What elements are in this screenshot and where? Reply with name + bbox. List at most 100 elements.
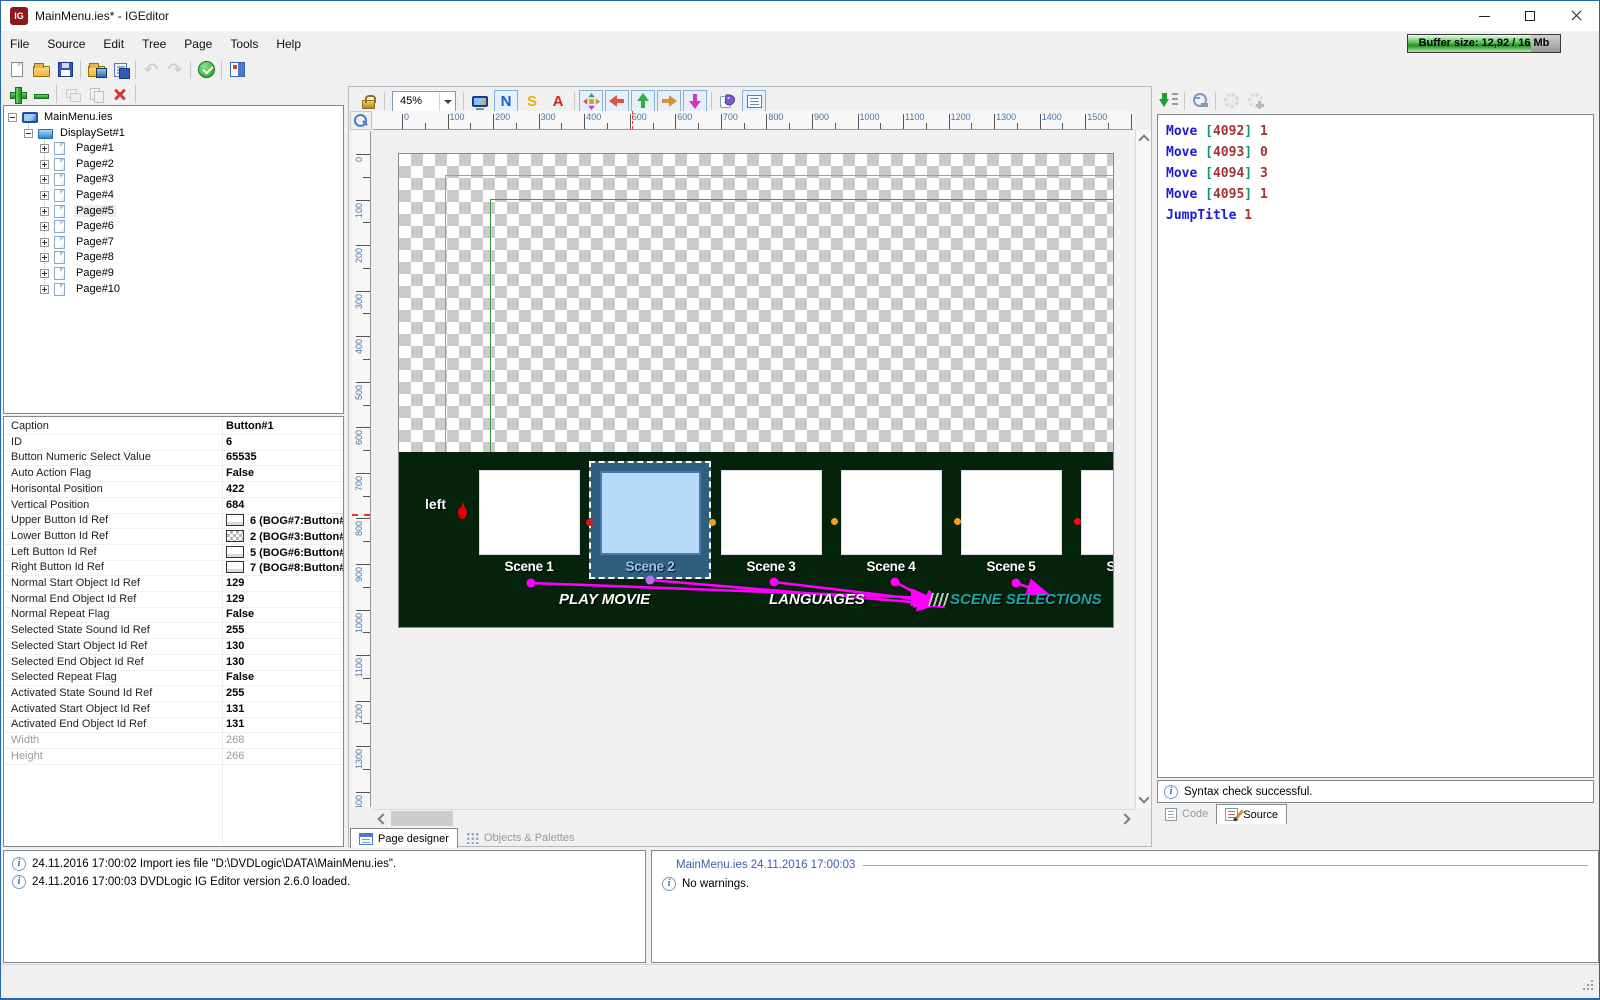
property-value[interactable]: 131: [226, 718, 244, 730]
property-value[interactable]: 130: [226, 640, 244, 652]
property-value[interactable]: Button#1: [226, 420, 274, 432]
palette-button[interactable]: [716, 90, 740, 112]
property-value[interactable]: 6: [226, 436, 232, 448]
languages-caption[interactable]: LANGUAGES: [769, 591, 865, 608]
clone-button[interactable]: [60, 83, 84, 105]
property-row[interactable]: Selected Start Object Id Ref130: [4, 639, 343, 655]
open-button[interactable]: [29, 59, 53, 81]
remove-button[interactable]: [29, 83, 53, 105]
tab-source[interactable]: Source: [1216, 804, 1287, 824]
tree-item-root[interactable]: MainMenu.ies: [4, 110, 343, 126]
collapse-icon[interactable]: [24, 129, 33, 138]
property-row[interactable]: Normal Repeat FlagFalse: [4, 607, 343, 623]
tree-item-page1[interactable]: Page#1: [4, 141, 343, 157]
property-value[interactable]: 5 (BOG#6:Button#1): [226, 546, 344, 559]
resize-grip-icon[interactable]: [1583, 988, 1585, 990]
horizontal-scrollbar[interactable]: [373, 809, 1135, 826]
zoom-dropdown-arrow-icon[interactable]: [439, 92, 455, 111]
compile-add-button[interactable]: [1243, 90, 1267, 112]
property-row[interactable]: Width268: [4, 733, 343, 749]
undo-button[interactable]: [139, 59, 163, 81]
property-value[interactable]: 266: [226, 750, 244, 762]
move-down-button[interactable]: [683, 90, 707, 112]
property-value[interactable]: 130: [226, 656, 244, 668]
tree-item-page5[interactable]: Page#5: [4, 204, 343, 220]
property-row[interactable]: ID6: [4, 435, 343, 451]
property-value[interactable]: 684: [226, 499, 244, 511]
property-grid[interactable]: CaptionButton#1ID6Button Numeric Select …: [3, 416, 344, 847]
scroll-right-button[interactable]: [1118, 810, 1135, 827]
tree-item-page4[interactable]: Page#4: [4, 188, 343, 204]
move-up-button[interactable]: [631, 90, 655, 112]
redo-button[interactable]: [163, 59, 187, 81]
code-line[interactable]: JumpTitle 1: [1166, 205, 1585, 226]
property-value[interactable]: 129: [226, 593, 244, 605]
property-row[interactable]: Auto Action FlagFalse: [4, 466, 343, 482]
menu-tools[interactable]: Tools: [221, 31, 267, 57]
property-value[interactable]: False: [226, 608, 254, 620]
expand-icon[interactable]: [40, 238, 49, 247]
property-value[interactable]: 6 (BOG#7:Button#1): [226, 514, 344, 527]
command-code-editor[interactable]: Move [4092] 1Move [4093] 0Move [4094] 3M…: [1157, 114, 1594, 778]
property-row[interactable]: Height266: [4, 749, 343, 765]
import-ies-button[interactable]: [84, 59, 108, 81]
menu-background-image[interactable]: left Scene 1Scene 2Scene 3Scene 4Scene 5…: [399, 452, 1114, 628]
property-value[interactable]: 7 (BOG#8:Button#1): [226, 561, 344, 574]
tree-item-page3[interactable]: Page#3: [4, 172, 343, 188]
tree-item-page8[interactable]: Page#8: [4, 250, 343, 266]
settings-button[interactable]: [225, 59, 249, 81]
scene-selections-caption[interactable]: SCENE SELECTIONS: [950, 591, 1102, 608]
menu-help[interactable]: Help: [267, 31, 310, 57]
code-line[interactable]: Move [4095] 1: [1166, 184, 1585, 205]
code-line[interactable]: Move [4094] 3: [1166, 163, 1585, 184]
design-viewport[interactable]: left Scene 1Scene 2Scene 3Scene 4Scene 5…: [373, 130, 1135, 807]
menu-source[interactable]: Source: [38, 31, 94, 57]
vertical-scrollbar[interactable]: [1135, 130, 1151, 808]
add-button[interactable]: [5, 83, 29, 105]
property-row[interactable]: Left Button Id Ref5 (BOG#6:Button#1): [4, 545, 343, 561]
expand-icon[interactable]: [40, 175, 49, 184]
project-tree[interactable]: MainMenu.iesDisplaySet#1Page#1Page#2Page…: [3, 105, 344, 414]
copy-button[interactable]: [84, 83, 108, 105]
property-row[interactable]: Lower Button Id Ref2 (BOG#3:Button#1): [4, 529, 343, 545]
preview-button[interactable]: [468, 90, 492, 112]
property-value[interactable]: False: [226, 671, 254, 683]
expand-icon[interactable]: [40, 160, 49, 169]
zoom-select[interactable]: 45%: [392, 91, 456, 112]
expand-icon[interactable]: [40, 191, 49, 200]
expand-icon[interactable]: [40, 222, 49, 231]
property-row[interactable]: Activated Start Object Id Ref131: [4, 702, 343, 718]
tab-page-designer[interactable]: Page designer: [350, 828, 458, 848]
tree-item-page2[interactable]: Page#2: [4, 157, 343, 173]
property-row[interactable]: Normal Start Object Id Ref129: [4, 576, 343, 592]
property-row[interactable]: Selected State Sound Id Ref255: [4, 623, 343, 639]
tree-item-page10[interactable]: Page#10: [4, 282, 343, 298]
expand-icon[interactable]: [40, 207, 49, 216]
property-value[interactable]: 255: [226, 624, 244, 636]
event-log[interactable]: 24.11.2016 17:00:02 Import ies file "D:\…: [3, 850, 646, 963]
save-button[interactable]: [53, 59, 77, 81]
property-value[interactable]: 65535: [226, 451, 257, 463]
property-row[interactable]: Activated End Object Id Ref131: [4, 717, 343, 733]
property-value[interactable]: 129: [226, 577, 244, 589]
property-row[interactable]: Horisontal Position422: [4, 482, 343, 498]
warnings-log[interactable]: MainMenu.ies 24.11.2016 17:00:03 No warn…: [651, 850, 1599, 963]
menu-page[interactable]: Page: [175, 31, 221, 57]
ruler-zoom-button[interactable]: [350, 111, 372, 130]
code-line[interactable]: Move [4092] 1: [1166, 121, 1585, 142]
import-code-button[interactable]: [1157, 90, 1181, 112]
close-button[interactable]: [1553, 1, 1599, 31]
property-row[interactable]: Vertical Position684: [4, 498, 343, 514]
verify-button[interactable]: [194, 59, 218, 81]
horizontal-scroll-thumb[interactable]: [391, 811, 453, 826]
selected-state-button[interactable]: S: [520, 90, 544, 112]
menu-file[interactable]: File: [1, 31, 38, 57]
property-value[interactable]: 268: [226, 734, 244, 746]
property-value[interactable]: 131: [226, 703, 244, 715]
menu-tree[interactable]: Tree: [133, 31, 175, 57]
property-value[interactable]: 2 (BOG#3:Button#1): [226, 530, 344, 543]
lock-button[interactable]: [356, 90, 380, 112]
property-row[interactable]: Normal End Object Id Ref129: [4, 592, 343, 608]
property-value[interactable]: 255: [226, 687, 244, 699]
property-row[interactable]: Activated State Sound Id Ref255: [4, 686, 343, 702]
